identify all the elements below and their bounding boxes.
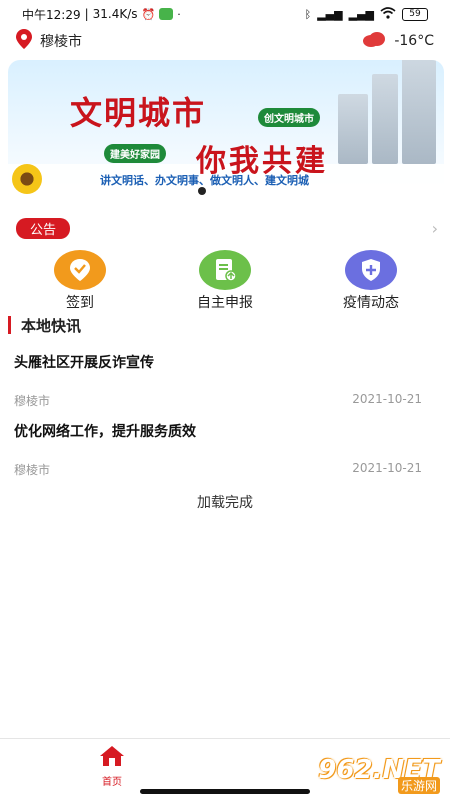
status-bar: 中午12:29 | 31.4K/s ⏰ · ᛒ ▂▄▆ ▂▄▆ 59 — [0, 0, 450, 28]
location-header: 穆棱市 -16°C — [0, 28, 450, 54]
status-right: ᛒ ▂▄▆ ▂▄▆ 59 — [304, 6, 428, 22]
news-item[interactable]: 头雁社区开展反诈宣传 穆棱市 2021-10-21 — [14, 352, 422, 409]
news-item[interactable]: 优化网络工作，提升服务质效 穆棱市 2021-10-21 — [14, 421, 422, 478]
location-selector[interactable]: 穆棱市 — [16, 29, 82, 53]
check-in-icon — [54, 250, 106, 290]
news-date: 2021-10-21 — [352, 461, 422, 475]
tab-home-label: 首页 — [102, 777, 122, 788]
quick-action-label: 疫情动态 — [343, 295, 399, 311]
carousel-indicator — [198, 187, 206, 195]
notice-bar[interactable]: 公告 › — [16, 217, 438, 239]
location-name: 穆棱市 — [40, 34, 82, 50]
banner-chip-2: 建美好家园 — [104, 144, 166, 163]
banner-slogan: 讲文明话、办文明事、做文明人、建文明城 — [100, 174, 309, 187]
watermark-sub: 乐游网 — [397, 777, 440, 794]
building-graphic — [372, 74, 398, 164]
cloud-icon — [362, 31, 386, 51]
news-source: 穆棱市 — [14, 394, 51, 408]
wifi-icon — [380, 6, 396, 22]
section-accent-bar — [8, 316, 11, 334]
news-meta: 穆棱市 2021-10-21 — [14, 461, 422, 478]
news-meta: 穆棱市 2021-10-21 — [14, 392, 422, 409]
status-separator: | — [84, 7, 89, 21]
banner-chip-1: 创文明城市 — [258, 108, 320, 127]
building-graphic — [338, 94, 368, 164]
notice-badge: 公告 — [16, 217, 71, 239]
epidemic-shield-icon — [345, 250, 397, 290]
quick-action-label: 自主申报 — [197, 295, 253, 311]
home-icon — [98, 745, 126, 771]
signal-2-icon: ▂▄▆ — [348, 7, 374, 21]
sunflower-graphic — [12, 164, 42, 194]
news-source: 穆棱市 — [14, 463, 51, 477]
battery-icon: 59 — [402, 7, 428, 21]
carousel-dot-active — [198, 187, 206, 195]
news-date: 2021-10-21 — [352, 392, 422, 406]
news-title: 头雁社区开展反诈宣传 — [14, 355, 154, 371]
network-speed: 31.4K/s — [92, 7, 138, 21]
quick-action-label: 签到 — [66, 295, 94, 311]
alarm-icon: ⏰ — [141, 7, 156, 21]
weather-info: -16°C — [362, 31, 434, 51]
bluetooth-icon: ᛒ — [304, 7, 312, 21]
quick-action-check-in[interactable]: 签到 — [25, 250, 135, 312]
home-indicator[interactable] — [140, 789, 310, 794]
status-left: 中午12:29 | 31.4K/s ⏰ · — [22, 6, 181, 23]
watermark-logo: 962.NET 乐游网 — [312, 746, 446, 794]
banner-title-1: 文明城市 — [70, 94, 207, 132]
banner-carousel[interactable]: 文明城市 创文明城市 建美好家园 你我共建 讲文明话、办文明事、做文明人、建文明… — [8, 60, 444, 204]
temperature: -16°C — [394, 33, 434, 49]
load-status: 加载完成 — [197, 495, 253, 511]
tab-home[interactable]: 首页 — [92, 745, 132, 789]
status-time: 中午12:29 — [22, 7, 81, 22]
section-header: 本地快讯 — [8, 313, 81, 337]
quick-action-epidemic[interactable]: 疫情动态 — [316, 250, 426, 312]
dot-icon: · — [177, 7, 181, 21]
chevron-right-icon: › — [431, 218, 438, 238]
quick-action-declare[interactable]: 自主申报 — [170, 250, 280, 312]
location-pin-icon — [16, 29, 32, 53]
download-icon — [159, 8, 174, 20]
declare-document-icon — [199, 250, 251, 290]
building-graphic — [402, 60, 436, 164]
section-title: 本地快讯 — [21, 316, 82, 335]
signal-icon: ▂▄▆ — [317, 7, 343, 21]
news-title: 优化网络工作，提升服务质效 — [14, 424, 196, 440]
